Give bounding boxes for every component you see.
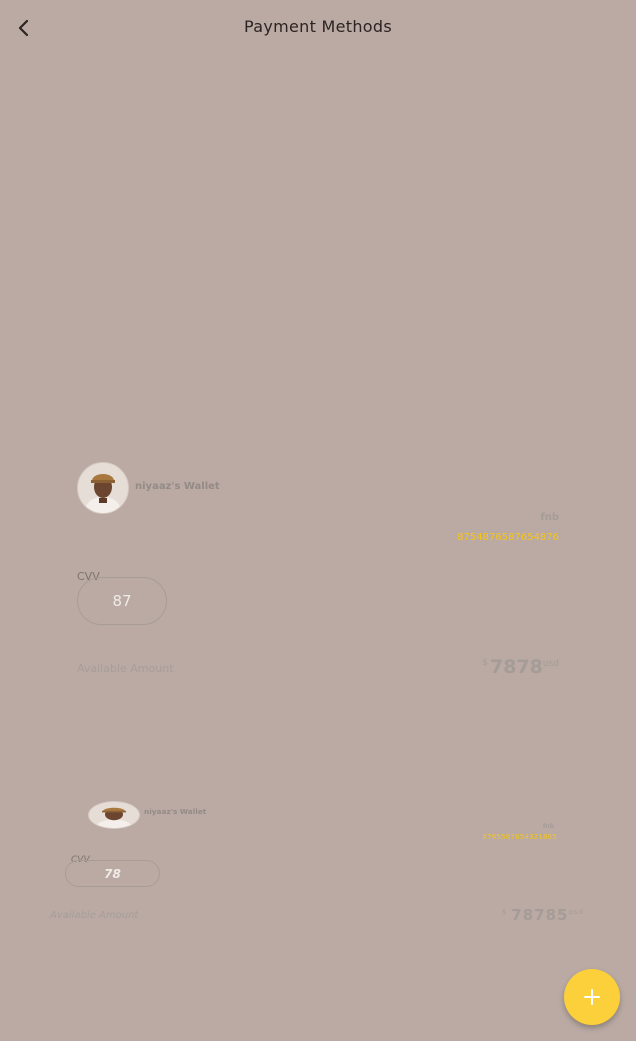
- bank-name: fnb: [540, 512, 559, 523]
- card-number: 8765587654321865: [482, 833, 557, 841]
- available-amount: $7878usd: [482, 656, 559, 678]
- plus-icon: [584, 989, 600, 1005]
- amount-value: 78785: [511, 906, 569, 924]
- amount-value: 7878: [490, 656, 543, 678]
- currency-unit: usd: [568, 908, 584, 916]
- available-amount-label: Available Amount: [50, 910, 139, 921]
- currency-unit: usd: [542, 659, 559, 669]
- available-amount: $78785usd: [502, 906, 584, 924]
- bank-name: fnb: [542, 823, 554, 830]
- wallet-card[interactable]: niyaaz's Wallet fnb 8754876587654876 CVV…: [0, 0, 636, 720]
- avatar: [77, 462, 129, 514]
- currency-symbol: $: [482, 658, 488, 668]
- cvv-field[interactable]: 78: [65, 860, 160, 887]
- cvv-value: 78: [104, 866, 121, 881]
- wallet-card[interactable]: niyaaz's Wallet fnb 8765587654321865 CVV…: [0, 780, 636, 940]
- wallet-name: niyaaz's Wallet: [144, 808, 207, 816]
- avatar: [88, 801, 140, 829]
- cvv-value: 87: [112, 592, 132, 610]
- add-payment-method-button[interactable]: [564, 969, 620, 1025]
- currency-symbol: $: [501, 908, 508, 916]
- wallet-name: niyaaz's Wallet: [135, 481, 220, 492]
- available-amount-label: Available Amount: [77, 662, 174, 675]
- cvv-field[interactable]: 87: [77, 577, 167, 625]
- card-number: 8754876587654876: [457, 532, 559, 543]
